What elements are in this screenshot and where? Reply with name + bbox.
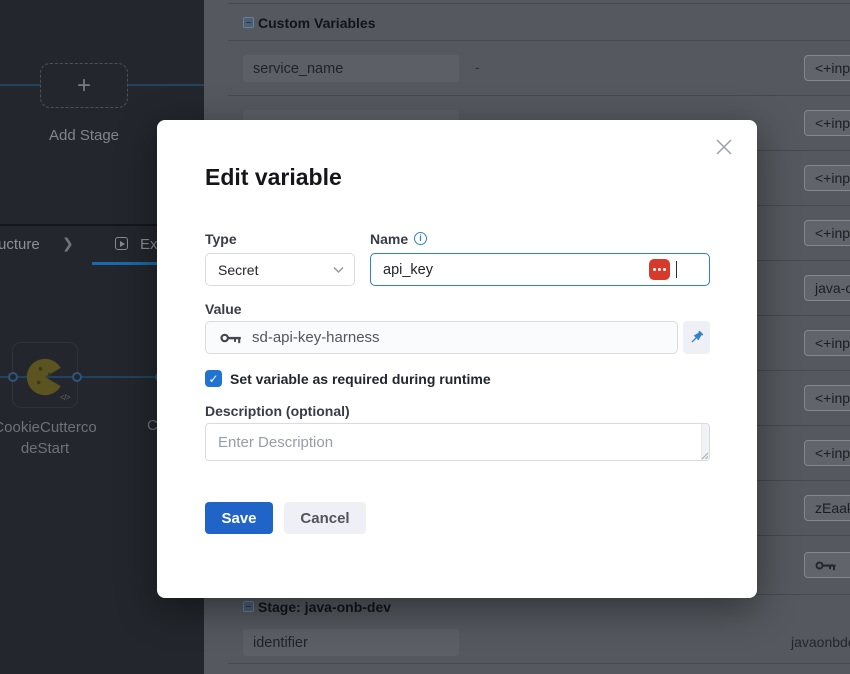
- type-label: Type: [205, 231, 237, 247]
- type-select[interactable]: Secret: [205, 253, 355, 286]
- cancel-button[interactable]: Cancel: [284, 502, 366, 534]
- modal-title: Edit variable: [205, 164, 342, 191]
- section-title: Custom Variables: [258, 15, 376, 31]
- custom-variables-section-header: Custom Variables: [228, 3, 850, 41]
- node-label-line2: deStart: [0, 438, 145, 459]
- identifier-label-box[interactable]: identifier: [243, 629, 459, 656]
- chevron-right-icon: ❯: [62, 235, 74, 252]
- name-label: Name: [370, 231, 408, 247]
- tab-infrastructure-partial[interactable]: ucture: [0, 236, 40, 253]
- stage-section-header: Stage: java-onb-dev: [228, 595, 850, 621]
- variable-value-box[interactable]: <+inpu: [804, 330, 850, 356]
- description-field-wrap: [205, 423, 710, 461]
- description-textarea[interactable]: [206, 424, 709, 460]
- node-port-left[interactable]: [8, 372, 18, 382]
- variable-value-box[interactable]: java-o: [804, 275, 850, 301]
- variable-name-box[interactable]: service_name: [243, 55, 459, 82]
- execution-icon: [115, 237, 128, 250]
- variable-value-box[interactable]: zEaak: [804, 495, 850, 521]
- secret-badge-icon: [649, 259, 670, 280]
- variable-value-box[interactable]: <+inpu: [804, 110, 850, 136]
- app: + Add Stage ucture ❯ Ex </> CookieCutter…: [0, 0, 850, 674]
- cookiecutter-icon[interactable]: [25, 357, 65, 397]
- section-title: Stage: java-onb-dev: [258, 599, 391, 615]
- chevron-down-icon: [333, 266, 344, 274]
- value-label: Value: [205, 301, 242, 317]
- variable-value-box[interactable]: <+inpu: [804, 385, 850, 411]
- checkmark-icon: ✓: [208, 372, 218, 386]
- variable-value-box[interactable]: <+inpu: [804, 55, 850, 81]
- variable-value-box[interactable]: <+inpu: [804, 220, 850, 246]
- variable-row: service_name - <+inpu: [228, 41, 850, 96]
- identifier-row: identifier javaonbde: [228, 621, 850, 664]
- name-field-wrap: [370, 253, 710, 286]
- text-caret: [676, 261, 678, 278]
- description-label: Description (optional): [205, 403, 350, 419]
- node-port-right[interactable]: [72, 372, 82, 382]
- collapse-icon[interactable]: [243, 601, 254, 612]
- pin-icon: [689, 330, 704, 345]
- key-icon: [220, 332, 242, 344]
- variable-dash: -: [475, 59, 480, 75]
- info-icon: i: [414, 232, 427, 245]
- close-button[interactable]: [715, 138, 737, 160]
- key-icon: [815, 560, 837, 571]
- secret-value-field[interactable]: sd-api-key-harness: [205, 321, 678, 354]
- node-label: CookieCutterco deStart: [0, 417, 145, 459]
- variable-value-box[interactable]: <+inpu: [804, 440, 850, 466]
- plus-icon: +: [77, 72, 91, 100]
- identifier-value: javaonbde: [791, 634, 850, 650]
- close-icon: [715, 138, 733, 156]
- secret-value-text: sd-api-key-harness: [252, 329, 380, 346]
- resize-handle-icon[interactable]: [699, 450, 709, 460]
- collapse-icon[interactable]: [243, 17, 254, 28]
- pin-button[interactable]: [683, 321, 710, 354]
- variable-value-box[interactable]: [804, 552, 850, 578]
- code-icon: </>: [60, 393, 70, 402]
- type-value: Secret: [218, 262, 258, 278]
- node-label-line1: CookieCutterco: [0, 417, 145, 438]
- tab-execution[interactable]: Ex: [140, 236, 158, 253]
- add-stage-label: Add Stage: [0, 127, 168, 144]
- required-label[interactable]: Set variable as required during runtime: [230, 371, 491, 387]
- variable-value-box[interactable]: <+inpu: [804, 165, 850, 191]
- required-checkbox[interactable]: ✓: [205, 370, 222, 387]
- add-stage-button[interactable]: +: [40, 63, 128, 108]
- save-button[interactable]: Save: [205, 502, 273, 534]
- edit-variable-modal: Edit variable Type Name i Secret Value s…: [157, 120, 757, 598]
